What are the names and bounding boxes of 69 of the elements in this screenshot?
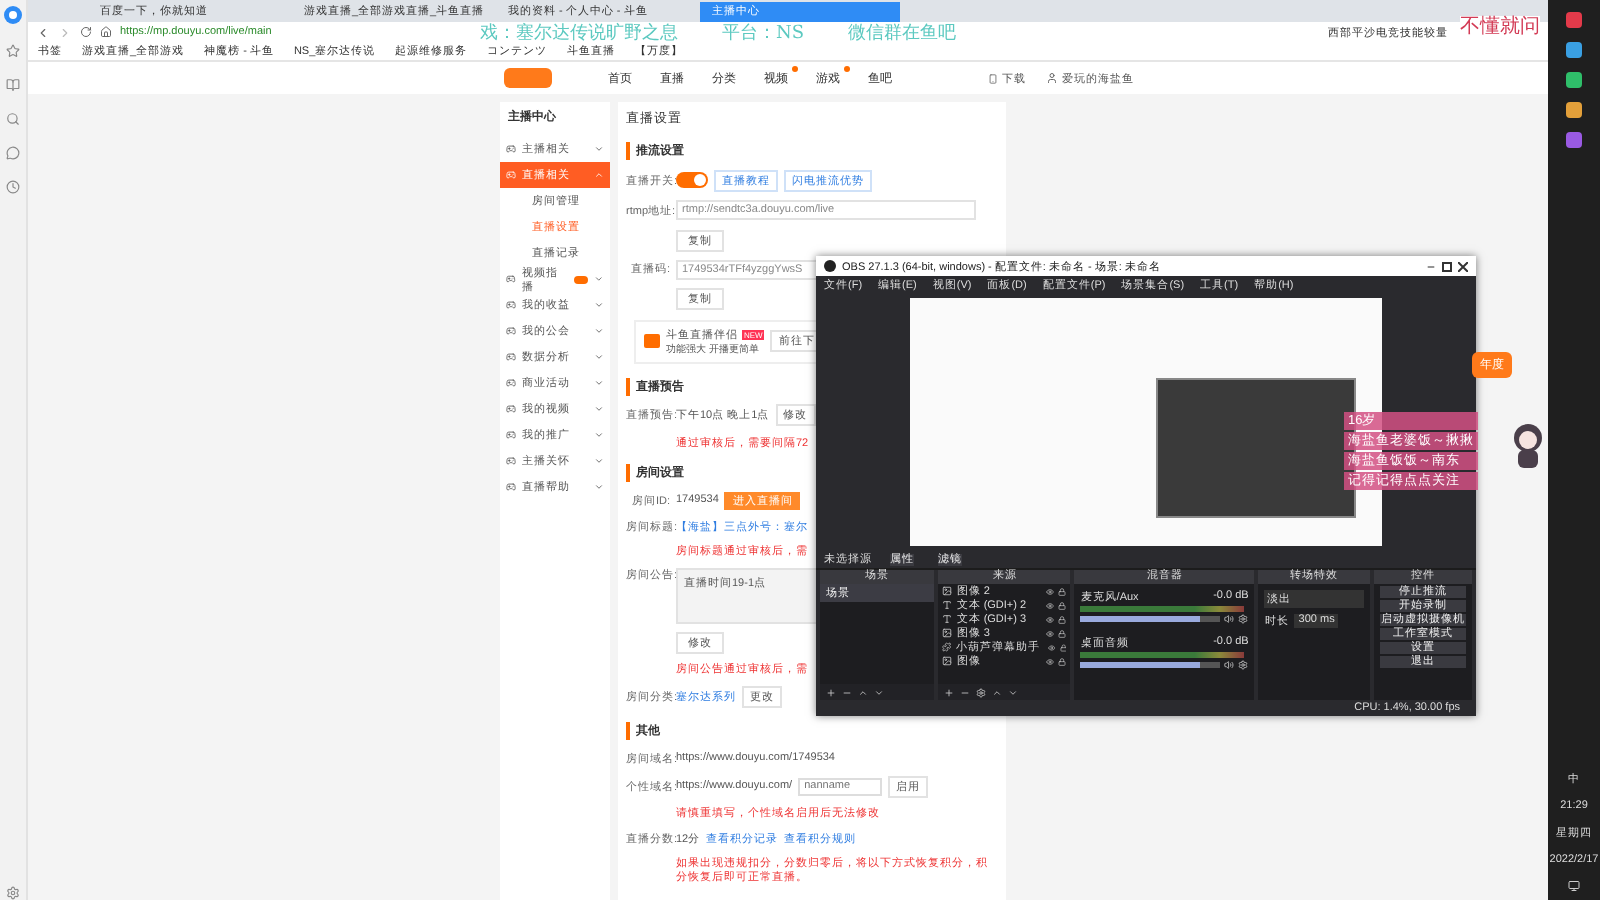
clock-icon[interactable] bbox=[6, 180, 20, 194]
chevron-down-icon bbox=[594, 404, 604, 414]
lock-icon[interactable] bbox=[1058, 615, 1067, 623]
badge-dot bbox=[792, 65, 798, 71]
chevron-down-icon bbox=[594, 482, 604, 492]
up-icon[interactable] bbox=[992, 687, 1003, 697]
chevron-down-icon bbox=[594, 326, 604, 336]
live-switch[interactable] bbox=[676, 172, 708, 189]
close-icon[interactable] bbox=[1458, 261, 1468, 271]
add-icon[interactable] bbox=[944, 687, 955, 697]
avatar-icon bbox=[1046, 72, 1058, 84]
lock-icon[interactable] bbox=[1059, 643, 1067, 651]
lock-icon[interactable] bbox=[1058, 657, 1067, 665]
image-icon bbox=[942, 656, 953, 666]
overlay-text: 平台：NS bbox=[722, 21, 805, 46]
chevron-down-icon bbox=[594, 456, 604, 466]
up-icon[interactable] bbox=[858, 687, 868, 697]
lock-icon[interactable] bbox=[1058, 601, 1067, 609]
settings-icon[interactable] bbox=[6, 886, 20, 900]
star-icon[interactable] bbox=[6, 44, 20, 58]
back-icon[interactable] bbox=[36, 25, 50, 39]
overlay-text: 微信群在鱼吧 bbox=[848, 21, 957, 46]
text-icon bbox=[942, 614, 953, 624]
book-icon[interactable] bbox=[6, 78, 20, 92]
desktop-icon[interactable] bbox=[1568, 880, 1580, 892]
image-icon bbox=[942, 586, 953, 596]
chevron-up-icon bbox=[594, 170, 604, 180]
image-icon bbox=[942, 628, 953, 638]
down-icon[interactable] bbox=[874, 687, 884, 697]
eye-icon[interactable] bbox=[1046, 629, 1055, 637]
search-icon[interactable] bbox=[6, 112, 20, 126]
overlay-text: 不懂就问 bbox=[1460, 16, 1540, 38]
settings-icon[interactable] bbox=[1238, 614, 1249, 624]
reload-icon[interactable] bbox=[80, 26, 92, 38]
eye-icon[interactable] bbox=[1046, 587, 1055, 595]
chevron-down-icon bbox=[594, 300, 604, 310]
chevron-down-icon bbox=[594, 430, 604, 440]
chevron-down-icon bbox=[594, 352, 604, 362]
home-icon[interactable] bbox=[100, 26, 112, 38]
chat-icon[interactable] bbox=[6, 146, 20, 160]
hot-tag bbox=[573, 275, 589, 283]
maximize-icon[interactable] bbox=[1442, 261, 1452, 271]
browser-logo-icon bbox=[4, 6, 22, 24]
settings-icon[interactable] bbox=[976, 687, 987, 697]
speaker-icon[interactable] bbox=[1224, 660, 1235, 670]
app-logo-icon bbox=[824, 260, 836, 272]
eye-icon[interactable] bbox=[1046, 601, 1055, 609]
overlay-text: 戏：塞尔达传说旷野之息 bbox=[480, 21, 678, 45]
eye-icon[interactable] bbox=[1046, 657, 1055, 665]
lock-icon[interactable] bbox=[1058, 587, 1067, 595]
site-logo bbox=[504, 68, 552, 88]
badge-dot bbox=[844, 65, 850, 71]
phone-icon bbox=[988, 73, 998, 83]
remove-icon[interactable] bbox=[842, 687, 852, 697]
eye-icon[interactable] bbox=[1046, 615, 1055, 623]
puzzle-icon bbox=[942, 642, 952, 652]
eye-icon[interactable] bbox=[1047, 643, 1056, 651]
lock-icon[interactable] bbox=[1058, 629, 1067, 637]
mascot-drawing bbox=[1512, 424, 1544, 468]
text-icon bbox=[942, 600, 953, 610]
add-icon[interactable] bbox=[826, 687, 836, 697]
down-icon[interactable] bbox=[1008, 687, 1019, 697]
chevron-down-icon bbox=[594, 378, 604, 388]
remove-icon[interactable] bbox=[960, 687, 971, 697]
chevron-down-icon bbox=[594, 144, 604, 154]
speaker-icon[interactable] bbox=[1224, 614, 1235, 624]
settings-icon[interactable] bbox=[1238, 660, 1249, 670]
minimize-icon[interactable] bbox=[1426, 261, 1436, 271]
chevron-down-icon bbox=[594, 274, 605, 284]
